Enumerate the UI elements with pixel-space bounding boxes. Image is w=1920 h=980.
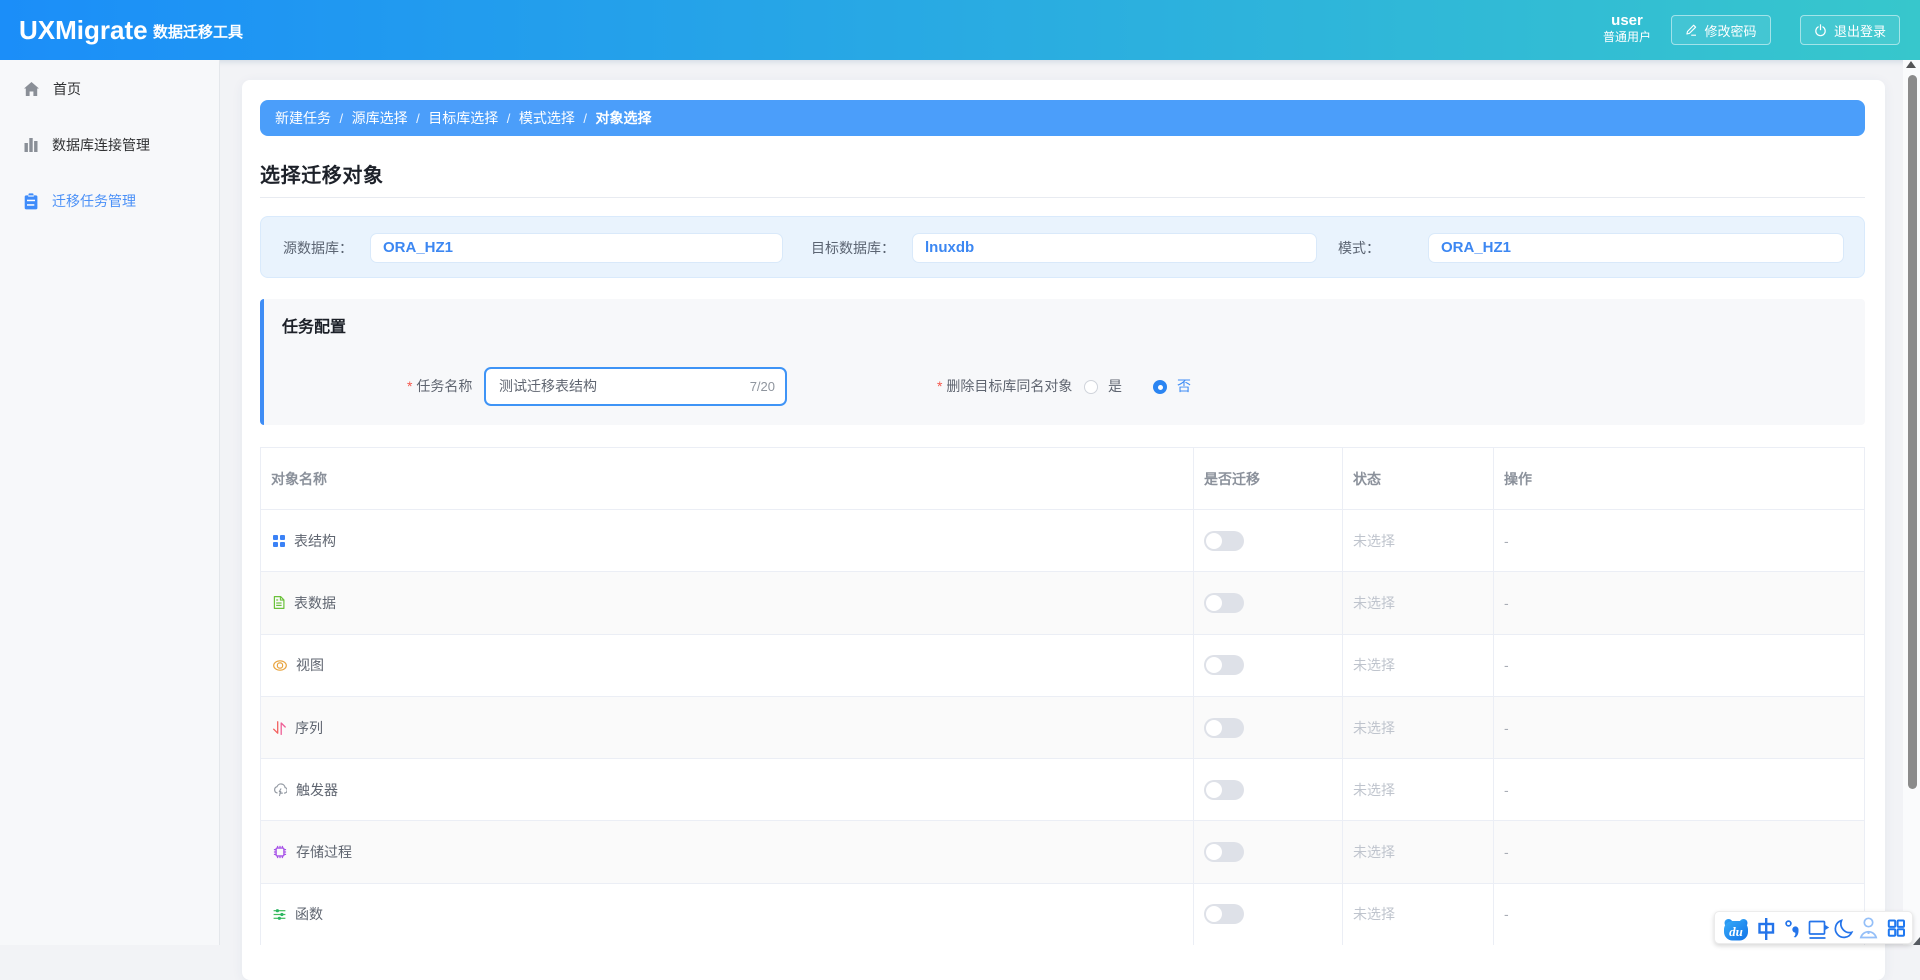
svg-text:du: du	[1729, 924, 1743, 939]
